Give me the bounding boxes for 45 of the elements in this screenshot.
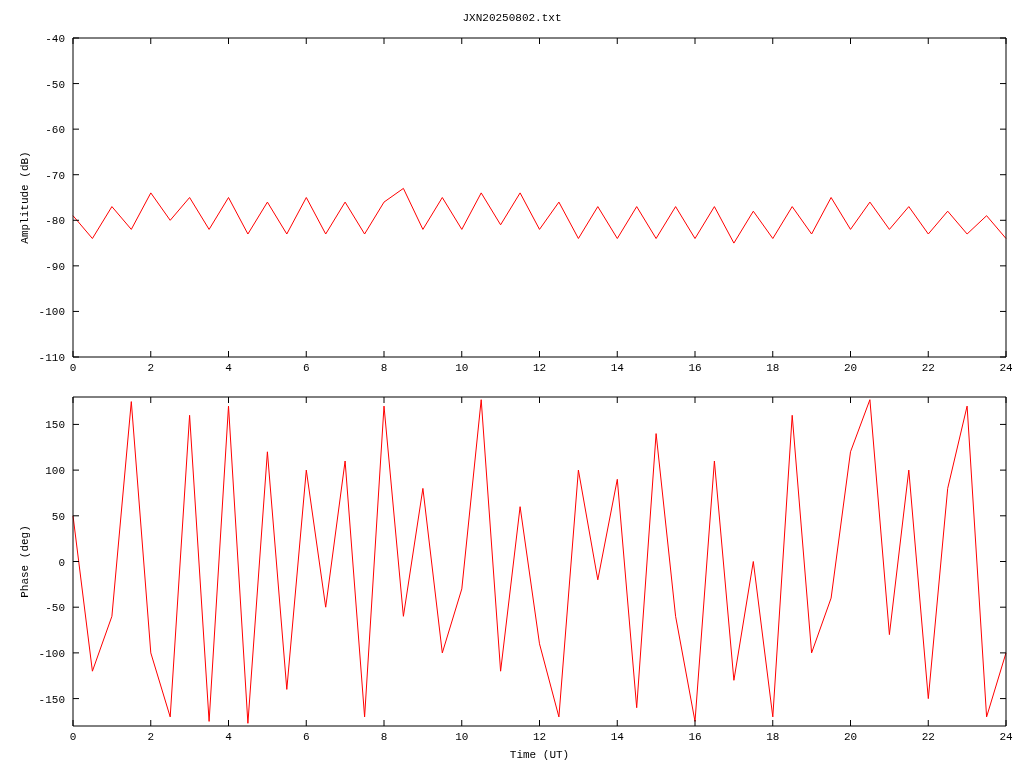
x-tick-label: 18 [766, 731, 780, 743]
x-tick-label: 12 [532, 362, 547, 374]
y-tick-label: 150 [45, 419, 65, 432]
y-tick-label: -50 [45, 78, 65, 91]
x-tick-label: 18 [766, 362, 780, 374]
x-tick-label: 20 [843, 731, 858, 743]
y-tick-label: 50 [51, 510, 65, 523]
y-tick-label: -150 [38, 693, 65, 706]
y-tick-label: 0 [58, 556, 65, 569]
y-tick-label: -50 [45, 602, 65, 615]
x-tick-label: 2 [147, 731, 155, 743]
x-tick-label: 8 [380, 731, 388, 743]
x-tick-label: 16 [688, 362, 702, 374]
y-tick-label: -100 [38, 647, 65, 660]
y-tick-label: -40 [45, 33, 65, 45]
y-axis-label: Amplitude (dB) [19, 151, 31, 244]
x-tick-label: 14 [610, 731, 624, 743]
y-tick-label: 100 [45, 465, 65, 478]
y-tick-label: -110 [38, 352, 65, 364]
x-tick-label: 12 [532, 731, 547, 743]
y-axis-label: Phase (deg) [19, 525, 31, 598]
x-tick-label: 24 [999, 362, 1013, 374]
x-axis-label: Time (UT) [509, 749, 570, 761]
x-tick-label: 24 [999, 731, 1013, 743]
x-tick-label: 0 [69, 362, 77, 374]
x-tick-label: 10 [455, 731, 469, 743]
y-tick-label: -80 [45, 215, 65, 228]
y-tick-label: -60 [45, 124, 65, 137]
x-tick-label: 0 [69, 731, 77, 743]
x-tick-label: 6 [302, 362, 310, 374]
x-tick-label: 8 [380, 362, 388, 374]
x-tick-label: 2 [147, 362, 155, 374]
x-tick-label: 22 [921, 731, 935, 743]
y-tick-label: -70 [45, 169, 65, 182]
x-tick-label: 20 [843, 362, 858, 374]
x-tick-label: 16 [688, 731, 702, 743]
x-tick-label: 4 [225, 731, 232, 743]
y-tick-label: -90 [45, 260, 65, 273]
x-tick-label: 6 [302, 731, 310, 743]
x-tick-label: 10 [455, 362, 469, 374]
x-tick-label: 22 [921, 362, 935, 374]
x-tick-label: 14 [610, 362, 624, 374]
chart-title: JXN20250802.txt [462, 11, 562, 26]
y-tick-label: -100 [38, 306, 65, 319]
x-tick-label: 4 [225, 362, 232, 374]
